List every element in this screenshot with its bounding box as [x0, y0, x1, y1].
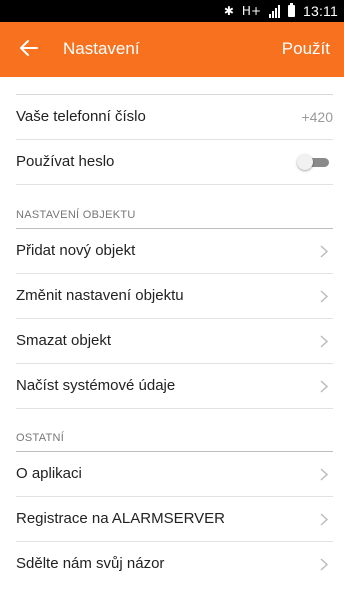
section-title: OSTATNÍ [16, 432, 65, 444]
password-row[interactable]: Používat heslo [16, 140, 333, 185]
menu-item-label: Smazat objekt [16, 332, 112, 349]
edit-object-row[interactable]: Změnit nastavení objektu [16, 274, 333, 319]
signal-icon [269, 4, 280, 18]
apply-button[interactable]: Použít [282, 39, 330, 59]
menu-item-label: O aplikaci [16, 465, 82, 482]
section-header-object: NASTAVENÍ OBJEKTU [16, 201, 333, 229]
menu-item-label: Načíst systémové údaje [16, 377, 176, 394]
section-title: NASTAVENÍ OBJEKTU [16, 209, 136, 221]
chevron-right-icon [320, 558, 329, 571]
menu-item-label: Registrace na ALARMSERVER [16, 510, 225, 527]
chevron-right-icon [320, 290, 329, 303]
page-title: Nastavení [63, 39, 140, 58]
arrow-left-icon[interactable] [18, 37, 40, 59]
phone-number-row[interactable]: Vaše telefonní číslo +420 [16, 95, 333, 140]
delete-object-row[interactable]: Smazat objekt [16, 319, 333, 364]
phone-number-label: Vaše telefonní číslo [16, 108, 146, 125]
phone-number-value: +420 [301, 109, 333, 125]
network-type-label: H+ [241, 4, 261, 18]
feedback-row[interactable]: Sdělte nám svůj názor [16, 542, 333, 587]
alarmserver-registration-row[interactable]: Registrace na ALARMSERVER [16, 497, 333, 542]
status-bar: ✱ H+ 13:11 [0, 0, 344, 22]
battery-icon [288, 3, 295, 17]
menu-item-label: Přidat nový objekt [16, 242, 136, 259]
toggle-knob [297, 154, 313, 170]
chevron-right-icon [320, 335, 329, 348]
section-header-other: OSTATNÍ [16, 424, 333, 452]
status-icons: ✱ H+ 13:11 [224, 3, 338, 19]
app-bar: Nastavení Použít [0, 22, 344, 77]
menu-item-label: Sdělte nám svůj názor [16, 555, 165, 572]
load-system-data-row[interactable]: Načíst systémové údaje [16, 364, 333, 409]
chevron-right-icon [320, 468, 329, 481]
about-row[interactable]: O aplikaci [16, 452, 333, 497]
chevron-right-icon [320, 380, 329, 393]
password-toggle[interactable] [297, 154, 331, 170]
add-object-row[interactable]: Přidat nový objekt [16, 229, 333, 274]
settings-list: Vaše telefonní číslo +420 Používat heslo… [0, 77, 344, 608]
chevron-right-icon [320, 513, 329, 526]
menu-item-label: Změnit nastavení objektu [16, 287, 184, 304]
password-label: Používat heslo [16, 153, 115, 170]
bluetooth-icon: ✱ [223, 4, 234, 18]
chevron-right-icon [320, 245, 329, 258]
status-time: 13:11 [303, 3, 338, 19]
